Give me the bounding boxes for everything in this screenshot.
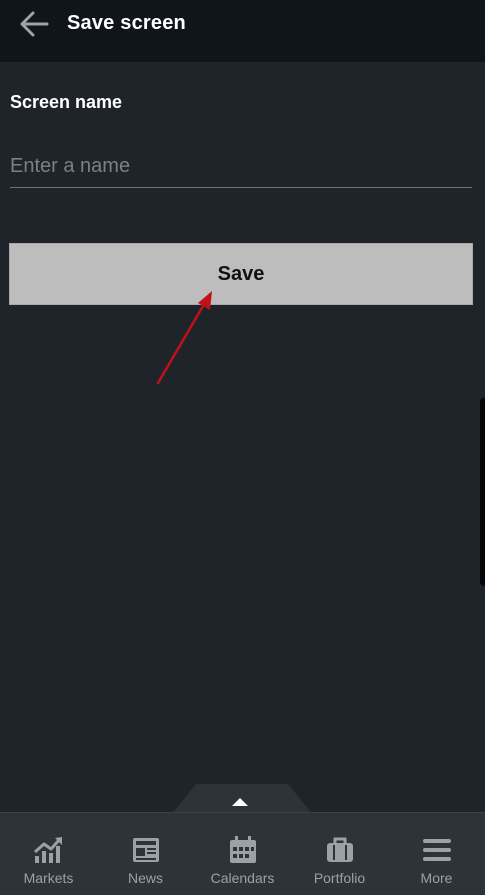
nav-label-calendars: Calendars xyxy=(210,870,275,886)
back-button[interactable] xyxy=(16,9,52,39)
briefcase-icon xyxy=(326,837,353,862)
screen-name-input[interactable] xyxy=(10,146,472,188)
nav-item-more[interactable]: More xyxy=(388,813,485,895)
menu-icon xyxy=(422,839,451,861)
screen-name-label: Screen name xyxy=(10,92,123,112)
save-button[interactable]: Save xyxy=(9,243,473,305)
edge-panel-handle[interactable] xyxy=(480,398,485,586)
nav-item-calendars[interactable]: Calendars xyxy=(194,813,291,895)
save-button-label: Save xyxy=(217,262,265,285)
arrow-left-icon xyxy=(20,11,49,37)
calendar-icon xyxy=(229,836,256,863)
nav-item-markets[interactable]: Markets xyxy=(0,813,97,895)
nav-label-markets: Markets xyxy=(23,870,74,886)
nav-label-portfolio: Portfolio xyxy=(313,870,366,886)
newspaper-icon xyxy=(132,838,159,862)
nav-expand-tab[interactable] xyxy=(170,782,314,816)
bottom-navigation: Markets News Calendars Portfolio More xyxy=(0,812,485,895)
app-header: Save screen xyxy=(0,0,485,62)
app-window: Save screen Screen name Save xyxy=(0,0,485,895)
nav-item-portfolio[interactable]: Portfolio xyxy=(291,813,388,895)
annotation-arrow xyxy=(156,291,212,385)
nav-item-news[interactable]: News xyxy=(97,813,194,895)
page-title: Save screen xyxy=(67,12,186,34)
chart-icon xyxy=(33,837,62,863)
nav-label-news: News xyxy=(127,870,163,886)
nav-label-more: More xyxy=(420,870,453,886)
